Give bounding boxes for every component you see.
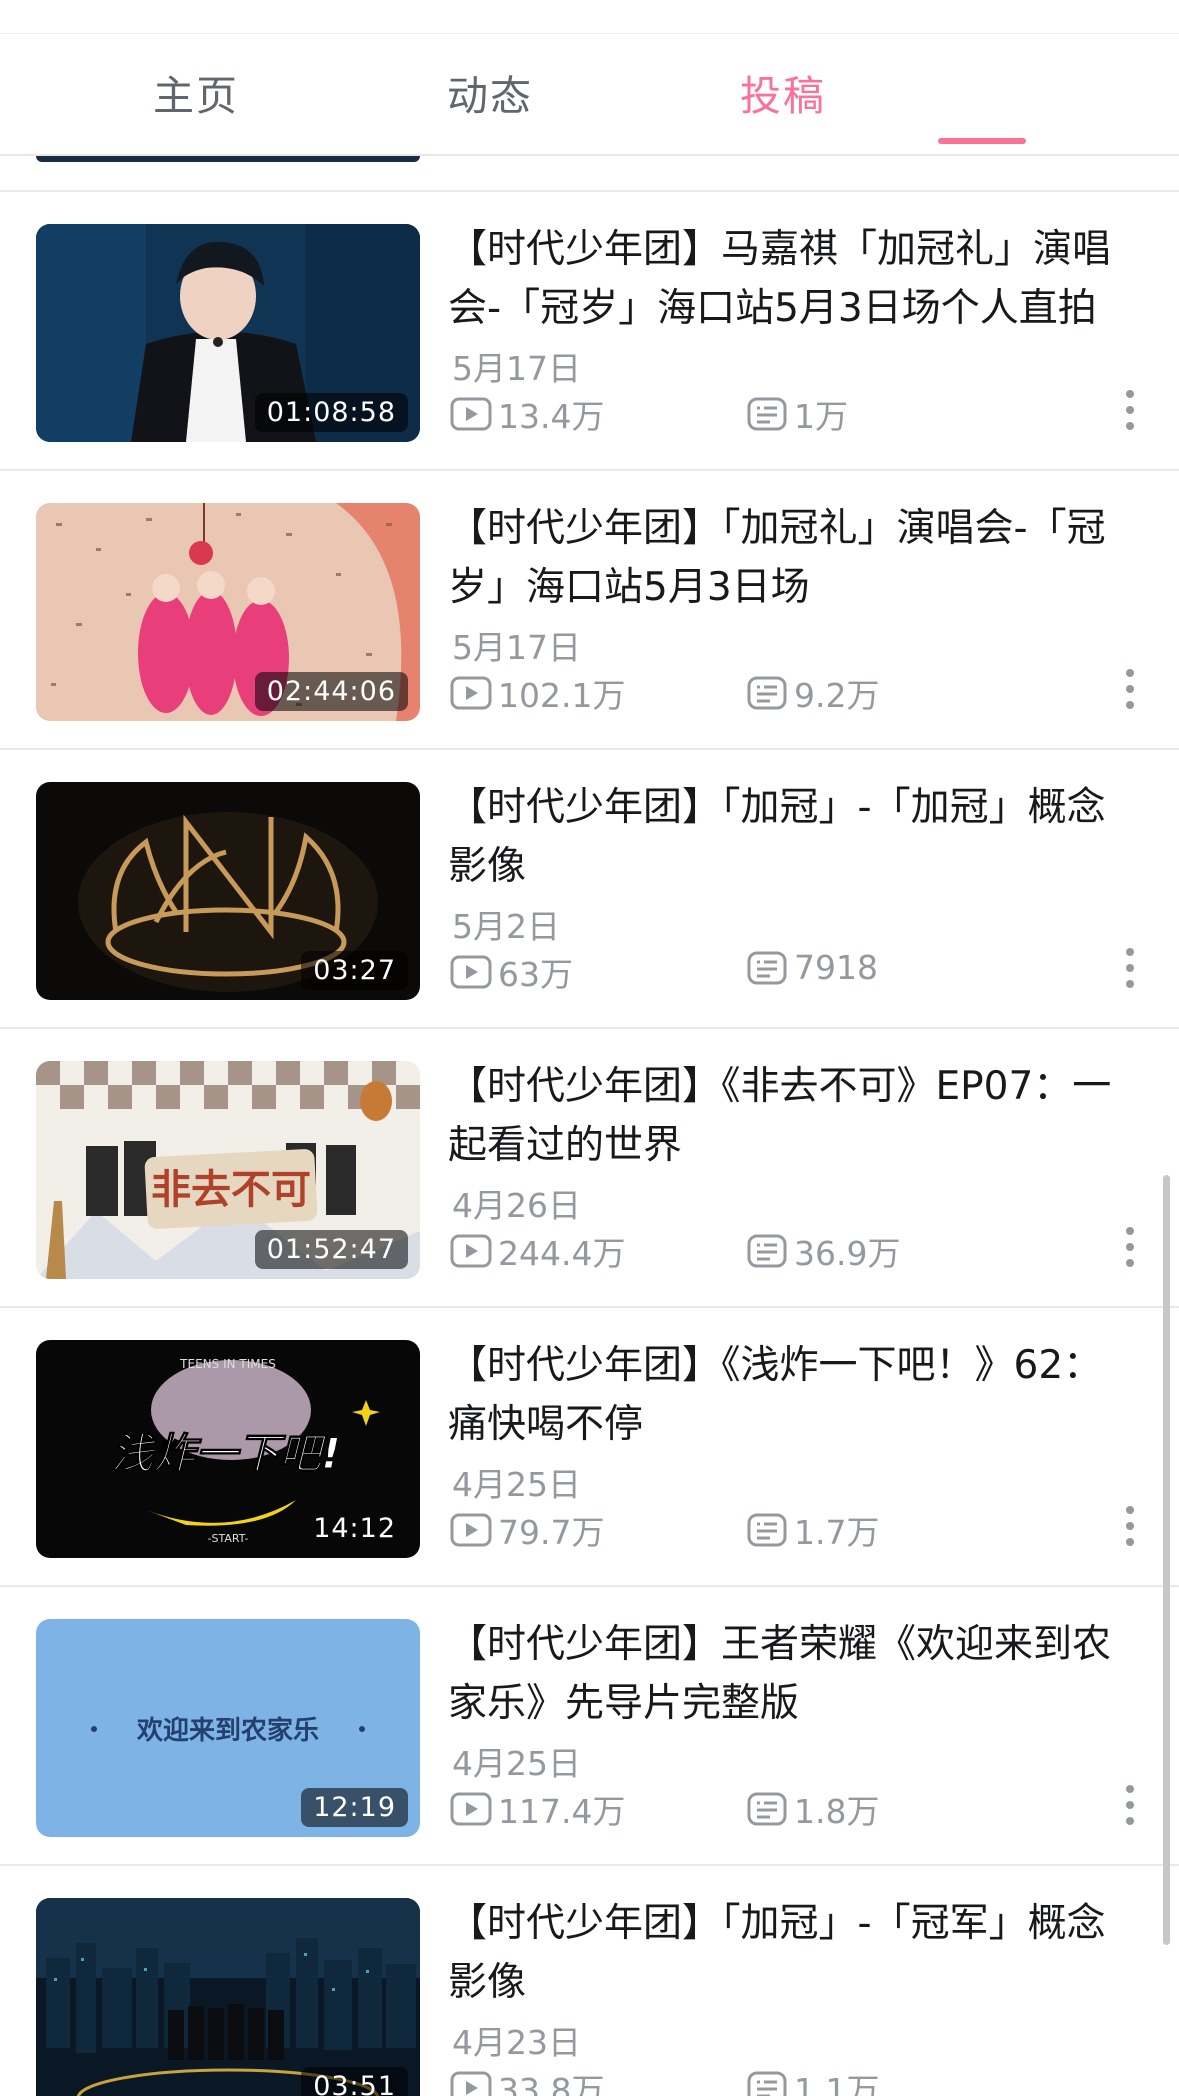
previous-item-edge xyxy=(0,156,1179,192)
danmaku-count-value: 1.1万 xyxy=(794,2071,880,2096)
video-date: 4月25日 xyxy=(452,1465,581,1504)
play-count-icon xyxy=(450,676,492,710)
play-count-icon xyxy=(450,397,492,431)
tab-dynamics[interactable]: 动态 xyxy=(390,62,590,122)
status-strip xyxy=(0,0,1179,34)
danmaku-count: 9.2万 xyxy=(746,669,879,717)
video-list[interactable]: 01:08:58 【时代少年团】马嘉祺「加冠礼」演唱会-「冠岁」海口站5月3日场… xyxy=(0,156,1179,2096)
video-duration: 03:27 xyxy=(301,951,408,990)
video-date: 5月17日 xyxy=(452,628,581,667)
video-thumbnail[interactable]: 03:27 xyxy=(36,782,420,1000)
danmaku-icon xyxy=(747,2071,787,2096)
play-count-icon xyxy=(450,2071,492,2096)
danmaku-count-value: 9.2万 xyxy=(794,676,880,715)
danmaku-count-value: 1.8万 xyxy=(794,1792,880,1831)
danmaku-icon xyxy=(747,951,787,984)
video-duration: 01:08:58 xyxy=(254,393,408,432)
more-vertical-icon[interactable] xyxy=(1118,1785,1142,1829)
play-count-icon xyxy=(450,955,492,989)
view-count: 244.4万 xyxy=(450,1227,625,1275)
view-count: 33.8万 xyxy=(450,2064,604,2096)
video-duration: 02:44:06 xyxy=(254,672,408,711)
more-vertical-icon[interactable] xyxy=(1118,1506,1142,1550)
view-count-value: 117.4万 xyxy=(498,1792,626,1831)
danmaku-count: 36.9万 xyxy=(746,1227,900,1275)
video-title[interactable]: 【时代少年团】「加冠」-「加冠」概念影像 xyxy=(448,778,1138,896)
more-vertical-icon[interactable] xyxy=(1118,669,1142,713)
video-thumbnail[interactable]: TEENS IN TIMES 浅炸一下吧! -START- 14:12 xyxy=(36,1340,420,1558)
video-thumbnail[interactable]: 非去不可 01:52:47 xyxy=(36,1061,420,1279)
active-tab-indicator xyxy=(938,138,1026,144)
scrollbar[interactable] xyxy=(1163,1175,1170,1945)
video-date: 4月25日 xyxy=(452,1744,581,1783)
more-vertical-icon[interactable] xyxy=(1118,390,1142,434)
view-count: 13.4万 xyxy=(450,390,604,438)
video-item[interactable]: TEENS IN TIMES 浅炸一下吧! -START- 14:12 【时代少… xyxy=(0,1308,1179,1587)
video-item[interactable]: 欢迎来到农家乐 12:19 【时代少年团】王者荣耀《欢迎来到农家乐》先导片完整版… xyxy=(0,1587,1179,1866)
danmaku-count-value: 7918 xyxy=(794,948,878,987)
thumbnail-top-text: TEENS IN TIMES xyxy=(179,1357,276,1371)
danmaku-icon xyxy=(747,397,787,431)
play-count-icon xyxy=(450,1792,492,1826)
danmaku-count-value: 36.9万 xyxy=(794,1234,901,1273)
thumbnail-logo-text: 浅炸一下吧! xyxy=(111,1429,340,1478)
danmaku-icon xyxy=(747,1792,787,1826)
more-vertical-icon[interactable] xyxy=(1118,948,1142,992)
danmaku-count: 1.8万 xyxy=(746,1785,879,1833)
video-title[interactable]: 【时代少年团】《非去不可》EP07：一起看过的世界 xyxy=(448,1057,1138,1175)
video-duration: 12:19 xyxy=(301,1788,408,1827)
video-thumbnail[interactable]: 欢迎来到农家乐 12:19 xyxy=(36,1619,420,1837)
tab-home[interactable]: 主页 xyxy=(96,62,296,122)
video-title[interactable]: 【时代少年团】王者荣耀《欢迎来到农家乐》先导片完整版 xyxy=(448,1615,1138,1733)
video-title[interactable]: 【时代少年团】「加冠礼」演唱会-「冠岁」海口站5月3日场 xyxy=(448,499,1138,617)
video-item[interactable]: 非去不可 01:52:47 【时代少年团】《非去不可》EP07：一起看过的世界 … xyxy=(0,1029,1179,1308)
more-vertical-icon[interactable] xyxy=(1118,1227,1142,1271)
video-duration: 01:52:47 xyxy=(254,1230,408,1269)
view-count-value: 13.4万 xyxy=(498,397,605,436)
video-date: 5月2日 xyxy=(452,907,560,946)
previous-thumbnail-edge xyxy=(36,156,420,162)
video-item[interactable]: 03:27 【时代少年团】「加冠」-「加冠」概念影像 5月2日 63万 7918 xyxy=(0,750,1179,1029)
danmaku-count-value: 1万 xyxy=(794,397,848,436)
view-count: 63万 xyxy=(450,948,573,996)
view-count-value: 102.1万 xyxy=(498,676,626,715)
thumbnail-start-text: -START- xyxy=(208,1532,249,1545)
view-count: 102.1万 xyxy=(450,669,625,717)
danmaku-count: 7918 xyxy=(746,948,878,987)
play-count-icon xyxy=(450,1234,492,1268)
view-count: 117.4万 xyxy=(450,1785,625,1833)
video-item[interactable]: 03:51 【时代少年团】「加冠」-「冠军」概念影像 4月23日 33.8万 1… xyxy=(0,1866,1179,2096)
video-duration: 14:12 xyxy=(313,1513,396,1544)
video-date: 4月26日 xyxy=(452,1186,581,1225)
video-date: 4月23日 xyxy=(452,2023,581,2062)
danmaku-icon xyxy=(747,1513,787,1547)
video-title[interactable]: 【时代少年团】「加冠」-「冠军」概念影像 xyxy=(448,1894,1138,2012)
play-count-icon xyxy=(450,1513,492,1547)
video-item[interactable]: 01:08:58 【时代少年团】马嘉祺「加冠礼」演唱会-「冠岁」海口站5月3日场… xyxy=(0,192,1179,471)
danmaku-count-value: 1.7万 xyxy=(794,1513,880,1552)
tab-uploads[interactable]: 投稿 xyxy=(683,62,883,122)
thumbnail-center-text: 欢迎来到农家乐 xyxy=(136,1715,319,1746)
tab-bar: 主页 动态 投稿 xyxy=(0,0,1179,156)
danmaku-icon xyxy=(747,676,787,710)
view-count-value: 63万 xyxy=(498,955,573,994)
video-title[interactable]: 【时代少年团】马嘉祺「加冠礼」演唱会-「冠岁」海口站5月3日场个人直拍 xyxy=(448,220,1138,338)
danmaku-count: 1万 xyxy=(746,390,848,438)
video-duration: 03:51 xyxy=(301,2067,408,2096)
video-thumbnail[interactable]: 01:08:58 xyxy=(36,224,420,442)
video-title[interactable]: 【时代少年团】《浅炸一下吧！》62：痛快喝不停 xyxy=(448,1336,1138,1454)
video-date: 5月17日 xyxy=(452,349,581,388)
thumbnail-logo-text: 非去不可 xyxy=(151,1167,311,1213)
video-thumbnail[interactable]: 02:44:06 xyxy=(36,503,420,721)
view-count-value: 79.7万 xyxy=(498,1513,605,1552)
video-thumbnail[interactable]: 03:51 xyxy=(36,1898,420,2096)
view-count-value: 244.4万 xyxy=(498,1234,626,1273)
view-count-value: 33.8万 xyxy=(498,2071,605,2096)
danmaku-icon xyxy=(747,1234,787,1268)
danmaku-count: 1.1万 xyxy=(746,2064,879,2096)
danmaku-count: 1.7万 xyxy=(746,1506,879,1554)
video-item[interactable]: 02:44:06 【时代少年团】「加冠礼」演唱会-「冠岁」海口站5月3日场 5月… xyxy=(0,471,1179,750)
view-count: 79.7万 xyxy=(450,1506,604,1554)
